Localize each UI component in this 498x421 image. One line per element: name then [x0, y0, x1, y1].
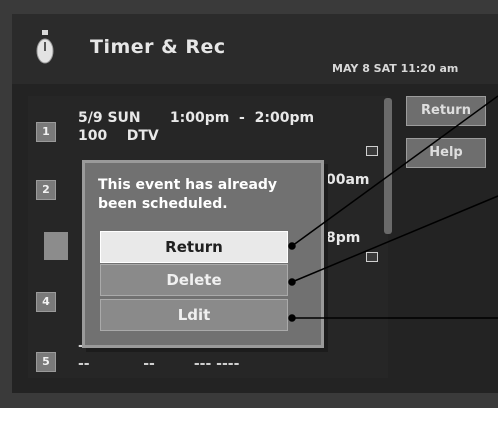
callout-dot-edit — [288, 314, 296, 322]
callout-lines — [288, 95, 498, 322]
callout-line-return — [291, 95, 498, 247]
callout-line-delete — [291, 195, 498, 283]
callout-dot-return — [288, 242, 296, 250]
callout-dot-delete — [288, 278, 296, 286]
